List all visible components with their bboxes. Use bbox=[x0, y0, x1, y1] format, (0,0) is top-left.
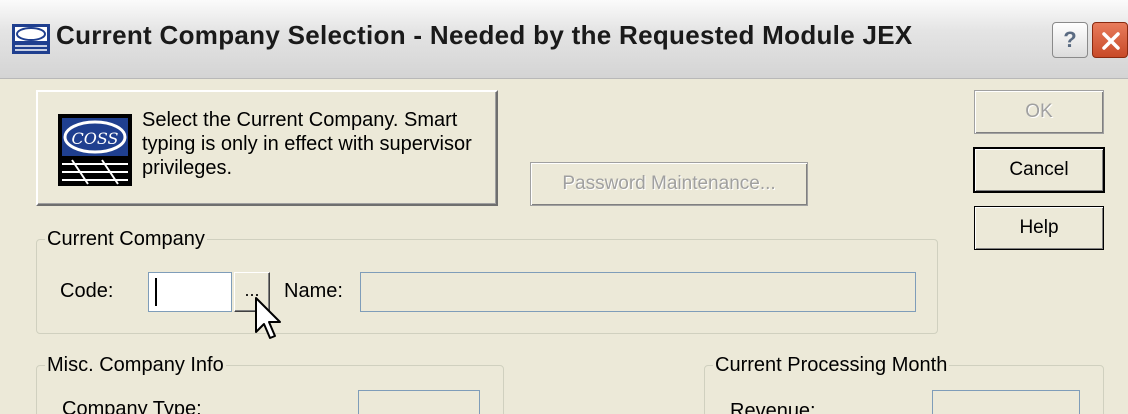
mouse-cursor-icon bbox=[255, 297, 281, 339]
current-processing-month-legend: Current Processing Month bbox=[715, 354, 948, 376]
company-type-field bbox=[358, 390, 480, 414]
info-message: Select the Current Company. Smart typing… bbox=[142, 109, 472, 179]
window-title: Current Company Selection - Needed by th… bbox=[56, 20, 913, 50]
title-help-button[interactable]: ? bbox=[1052, 22, 1088, 58]
revenue-field bbox=[932, 390, 1080, 414]
title-bar[interactable]: Current Company Selection - Needed by th… bbox=[0, 0, 1128, 79]
info-panel: COSS Select the Current Company. Smart t… bbox=[36, 90, 498, 206]
code-label: Code: bbox=[60, 280, 114, 302]
cancel-button[interactable]: Cancel bbox=[974, 148, 1104, 192]
help-button[interactable]: Help bbox=[974, 206, 1104, 250]
company-name-field bbox=[360, 272, 916, 312]
text-caret bbox=[155, 278, 157, 306]
coss-logo-icon: COSS bbox=[58, 114, 132, 186]
name-label: Name: bbox=[284, 280, 343, 302]
close-button[interactable] bbox=[1092, 22, 1128, 58]
misc-company-info-legend: Misc. Company Info bbox=[47, 354, 224, 376]
company-selection-dialog: Current Company Selection - Needed by th… bbox=[0, 0, 1128, 414]
revenue-label: Revenue: bbox=[730, 400, 816, 414]
current-company-legend: Current Company bbox=[47, 228, 205, 250]
svg-text:COSS: COSS bbox=[72, 129, 119, 148]
close-icon bbox=[1102, 32, 1120, 50]
company-type-label: Company Type: bbox=[62, 398, 202, 414]
company-code-input[interactable] bbox=[148, 272, 232, 312]
ok-button[interactable]: OK bbox=[974, 90, 1104, 134]
app-icon bbox=[12, 24, 50, 54]
password-maintenance-button[interactable]: Password Maintenance... bbox=[530, 162, 808, 206]
